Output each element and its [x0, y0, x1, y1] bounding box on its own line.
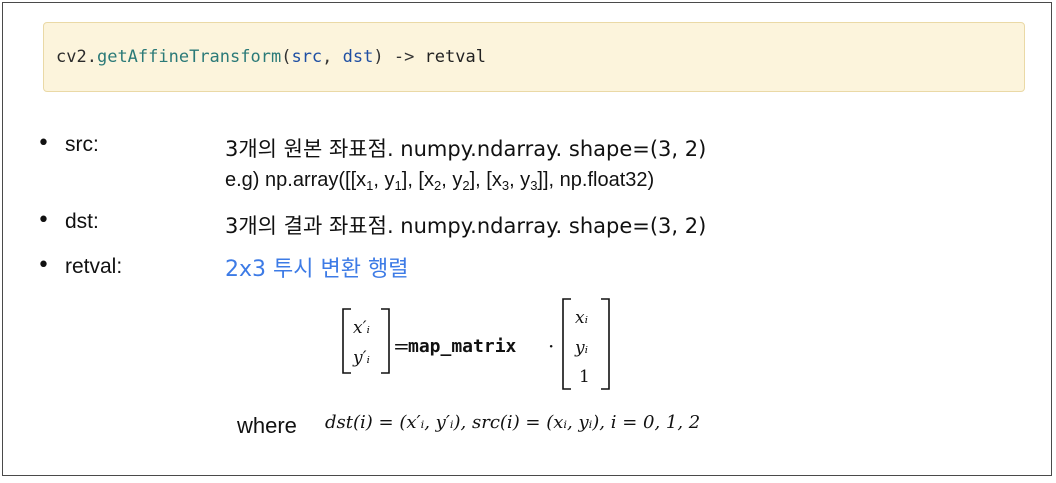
lhs-y-prime: y′ᵢ — [352, 348, 370, 368]
param-example-src: e.g) np.array([[x1, y1], [x2, y2], [x3, … — [225, 169, 655, 193]
param-desc-dst: 3개의 결과 좌표점. numpy.ndarray. shape=(3, 2) — [225, 214, 707, 238]
code-close-arrow: ) -> — [373, 47, 425, 67]
code-comma: , — [322, 47, 343, 67]
param-name-dst: dst: — [65, 210, 99, 233]
param-name-src: src: — [65, 133, 99, 156]
code-signature: cv2. getAffineTransform(src, dst) -> retv… — [43, 22, 1025, 92]
rhs-y: yᵢ — [574, 338, 588, 358]
code-module: cv2 — [56, 47, 87, 67]
code-open-paren: ( — [281, 47, 292, 67]
bullet-icon: • — [37, 208, 50, 233]
bullet-icon: • — [37, 253, 50, 278]
lhs-x-prime: x′ᵢ — [353, 318, 370, 338]
code-dot: . — [86, 47, 97, 67]
rhs-right-bracket — [601, 298, 610, 390]
lhs-right-bracket — [381, 308, 390, 374]
rhs-one: 1 — [579, 367, 590, 387]
param-desc-retval: 2x3 투시 변환 행렬 — [225, 257, 409, 282]
map-matrix-label: map_matrix — [408, 336, 517, 357]
code-arg-src: src — [291, 47, 323, 67]
bullet-icon: • — [37, 131, 50, 156]
code-return: retval — [424, 47, 486, 67]
rhs-left-bracket — [562, 298, 571, 390]
param-name-retval: retval: — [65, 255, 123, 278]
slide-frame: cv2. getAffineTransform(src, dst) -> retv… — [2, 2, 1052, 476]
code-arg-dst: dst — [342, 47, 374, 67]
where-label: where — [237, 413, 297, 438]
param-desc-src: 3개의 원본 좌표점. numpy.ndarray. shape=(3, 2) — [225, 137, 707, 161]
where-expression: dst(i) = (x′ᵢ, y′ᵢ), src(i) = (xᵢ, yᵢ), … — [325, 412, 701, 433]
rhs-x: xᵢ — [575, 308, 588, 328]
lhs-left-bracket — [342, 308, 351, 374]
code-function: getAffineTransform — [96, 47, 282, 67]
dot-operator: · — [548, 334, 554, 358]
